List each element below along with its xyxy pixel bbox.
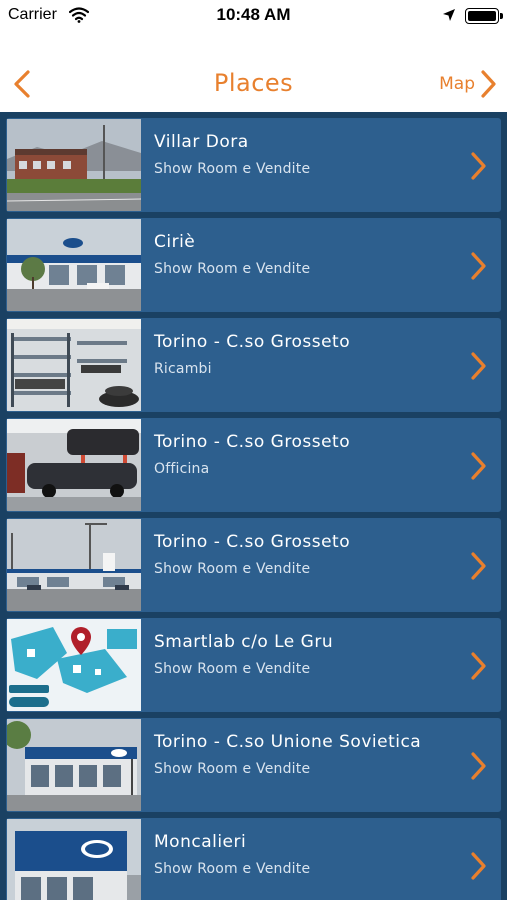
battery-icon — [465, 8, 503, 24]
location-arrow-icon — [443, 9, 455, 21]
chevron-right-icon — [471, 352, 486, 380]
place-name: Torino - C.so Unione Sovietica — [154, 732, 422, 752]
page-title: Places — [213, 69, 294, 97]
place-category: Officina — [154, 461, 210, 477]
clock: 10:48 AM — [216, 5, 291, 24]
list-item[interactable]: Villar Dora Show Room e Vendite — [6, 118, 501, 212]
place-category: Show Room e Vendite — [154, 761, 311, 777]
place-name: Torino - C.so Grosseto — [154, 432, 351, 452]
list-item[interactable]: Torino - C.so Unione Sovietica Show Room… — [6, 718, 501, 812]
place-category: Show Room e Vendite — [154, 561, 311, 577]
chevron-right-icon — [471, 452, 486, 480]
ford-store-photo — [7, 819, 141, 900]
list-item[interactable]: Torino - C.so Grosseto Officina — [6, 418, 501, 512]
ford-building-photo — [7, 719, 141, 811]
place-category: Show Room e Vendite — [154, 861, 311, 877]
place-name: Moncalieri — [154, 832, 247, 852]
list-item[interactable]: Torino - C.so Grosseto Ricambi — [6, 318, 501, 412]
chevron-right-icon — [471, 552, 486, 580]
status-bar: Carrier 10:48 AM — [0, 0, 507, 32]
place-name: Smartlab c/o Le Gru — [154, 632, 334, 652]
list-item[interactable]: Torino - C.so Grosseto Show Room e Vendi… — [6, 518, 501, 612]
place-name: Torino - C.so Grosseto — [154, 332, 351, 352]
parts-warehouse-photo — [7, 319, 141, 411]
place-name: Villar Dora — [154, 132, 249, 152]
list-item[interactable]: Moncalieri Show Room e Vendite — [6, 818, 501, 900]
place-category: Show Room e Vendite — [154, 261, 311, 277]
chevron-right-icon — [471, 152, 486, 180]
dealership-exterior-photo — [7, 119, 141, 211]
place-category: Ricambi — [154, 361, 212, 377]
mall-map-image — [7, 619, 141, 711]
place-category: Show Room e Vendite — [154, 661, 311, 677]
list-item[interactable]: Ciriè Show Room e Vendite — [6, 218, 501, 312]
place-category: Show Room e Vendite — [154, 161, 311, 177]
chevron-right-icon — [481, 70, 496, 98]
map-button[interactable]: Map — [439, 69, 497, 99]
workshop-photo — [7, 419, 141, 511]
chevron-right-icon — [471, 852, 486, 880]
list-item[interactable]: Smartlab c/o Le Gru Show Room e Vendite — [6, 618, 501, 712]
chevron-right-icon — [471, 752, 486, 780]
dealership-street-photo — [7, 519, 141, 611]
map-button-label: Map — [439, 74, 475, 94]
ford-showroom-photo — [7, 219, 141, 311]
chevron-right-icon — [471, 252, 486, 280]
places-list: Villar Dora Show Room e Vendite Ciriè Sh… — [0, 112, 507, 900]
navigation-bar: Places Map — [0, 56, 507, 112]
place-name: Torino - C.so Grosseto — [154, 532, 351, 552]
place-name: Ciriè — [154, 232, 196, 252]
chevron-right-icon — [471, 652, 486, 680]
